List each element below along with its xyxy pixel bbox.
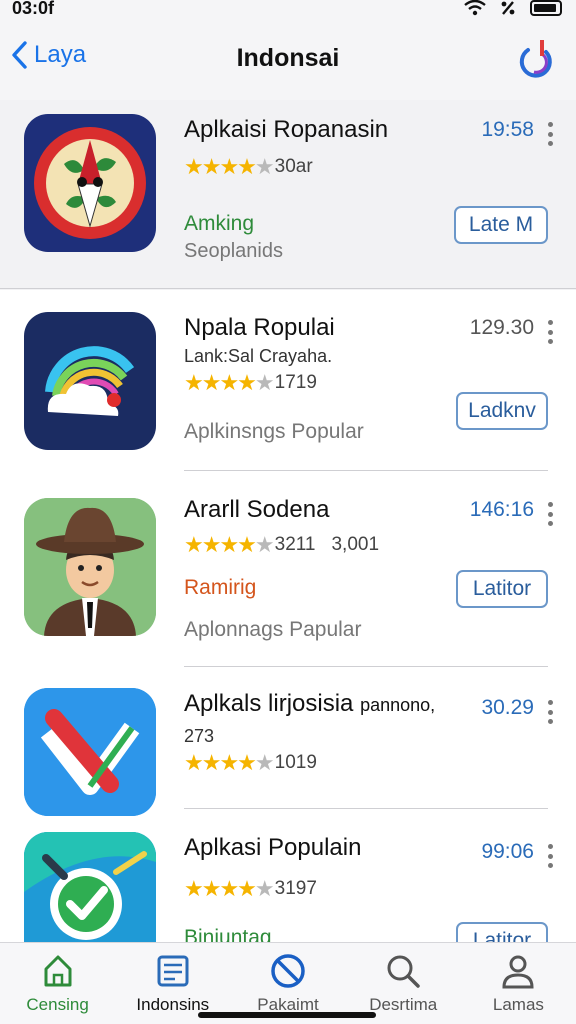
star-rating: ★★★★★ 1019 [184,750,317,776]
news-icon [157,955,189,987]
list-item[interactable]: Aplkasi Populain ★★★★★ 3197 Biniuntag 99… [0,810,576,970]
app-name: Ararll Sodena [184,496,330,523]
more-options-icon[interactable] [544,320,556,344]
red-check-icon [24,688,156,816]
more-options-icon[interactable] [544,122,556,146]
app-name: Npala Ropulai [184,314,335,341]
search-icon [387,955,420,988]
status-bar: 03:0f [0,0,576,22]
rating-count: 1719 [274,372,317,393]
blocked-icon [271,954,305,988]
home-indicator[interactable] [198,1012,376,1018]
page-title: Indonsai [236,44,340,72]
app-action-button[interactable]: Latitor [456,570,548,608]
app-name: Aplkasi Populain [184,834,362,861]
star-rating: ★★★★★ 30ar [184,154,313,180]
app-subtitle: 273 [184,726,215,746]
battery-icon [530,0,562,16]
refresh-icon[interactable] [516,38,554,80]
star-rating: ★★★★★ 3197 [184,876,317,902]
rating-count: 3197 [274,878,317,899]
person-icon [502,955,534,989]
app-name-suffix: pannono, [360,695,436,715]
stars-icon: ★★★★★ [184,154,275,179]
rating-count: 1019 [274,752,317,773]
app-time: 19:58 [481,118,534,141]
rating-count: 30ar [274,156,313,177]
percent-icon [501,1,515,15]
app-label: Aplkinsngs Popular [184,420,364,443]
list-item[interactable]: Npala Ropulai Lank:Sal Crayaha. ★★★★★ 17… [0,290,576,472]
app-time: 99:06 [481,840,534,863]
list-item[interactable]: Aplkaisi Ropanasin ★★★★★ 30ar Amking Seo… [0,100,576,290]
navigation-bar: Laya Indonsai [0,22,576,100]
more-options-icon[interactable] [544,700,556,724]
status-time: 03:0f [12,0,55,18]
app-name: Aplkaisi Ropanasin [184,116,389,143]
divider [0,288,576,289]
app-time: 146:16 [469,498,534,521]
wifi-icon [464,0,486,16]
divider [184,470,548,471]
more-options-icon[interactable] [544,502,556,526]
app-list: Aplkaisi Ropanasin ★★★★★ 30ar Amking Seo… [0,100,576,970]
stars-icon: ★★★★★ [184,370,275,395]
app-time: 129.30 [469,316,534,339]
compass-leaf-icon [24,114,156,252]
tab-label: Lamas [492,995,544,1014]
app-name: Aplkals lirjosisia pannono, [184,690,436,717]
list-item[interactable]: Ararll Sodena ★★★★★ 3211 3,001 Ramirig A… [0,472,576,668]
home-icon [44,955,72,987]
stars-icon: ★★★★★ [184,750,275,775]
rating-extra: 3,001 [331,534,380,555]
list-item[interactable]: Aplkals lirjosisia pannono, 273 ★★★★★ 10… [0,668,576,816]
cowboy-avatar-icon [24,498,156,636]
divider [184,808,548,809]
tab-lamas[interactable]: Lamas [461,943,576,1024]
app-action-button[interactable]: Late M [454,206,548,244]
more-options-icon[interactable] [544,844,556,868]
app-time: 30.29 [481,696,534,719]
star-rating: ★★★★★ 1719 [184,370,317,396]
app-action-button[interactable]: Ladknv [456,392,548,430]
stars-icon: ★★★★★ [184,532,275,557]
tab-censing[interactable]: Censing [0,943,115,1024]
divider [184,666,548,667]
app-subtitle: Lank:Sal Crayaha. [184,346,333,366]
star-rating: ★★★★★ 3211 3,001 [184,532,379,558]
rainbow-cloud-icon [24,312,156,450]
app-category: Seoplanids [184,240,283,262]
rating-count: 3211 [274,534,316,555]
tab-label: Censing [26,995,89,1014]
app-label: Ramirig [184,576,257,599]
stars-icon: ★★★★★ [184,876,275,901]
app-category: Aplonnags Papular [184,618,362,641]
app-label: Amking [184,212,255,235]
